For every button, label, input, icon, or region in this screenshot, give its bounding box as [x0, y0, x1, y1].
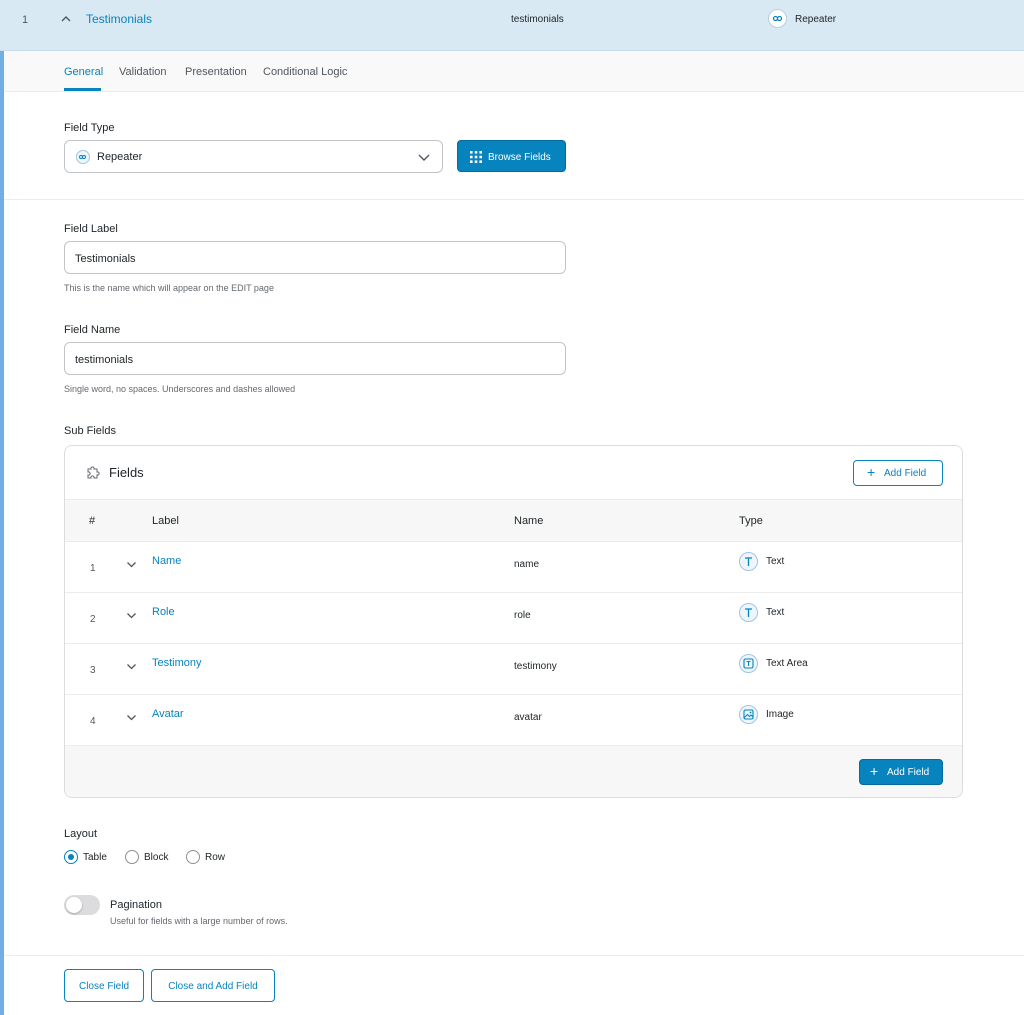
layout-radio-block[interactable] — [125, 850, 139, 864]
layout-option-row: Row — [205, 852, 226, 863]
add-field-label-bottom: Add Field — [887, 767, 930, 778]
sub-field-order: 3 — [90, 665, 96, 676]
close-and-add-field-button[interactable]: Close and Add Field — [151, 969, 275, 1002]
layout-radio-table[interactable] — [64, 850, 78, 864]
sub-fields-header: Fields + Add Field — [65, 446, 962, 500]
chevron-down-icon[interactable] — [126, 610, 137, 621]
sub-field-order: 4 — [90, 716, 96, 727]
sub-field-type: Text — [766, 607, 785, 618]
field-label-value: Testimonials — [75, 253, 136, 265]
layout-option-block: Block — [144, 852, 169, 863]
sub-field-name: name — [514, 559, 540, 570]
text-icon — [739, 603, 758, 622]
section-divider — [4, 199, 1024, 200]
sub-field-row[interactable]: 3 Testimony testimony Text Area — [65, 644, 962, 695]
layout-label: Layout — [64, 828, 98, 840]
text-icon — [739, 552, 758, 571]
tab-general[interactable]: General — [64, 66, 103, 78]
pagination-toggle[interactable] — [64, 895, 100, 915]
chevron-down-icon[interactable] — [126, 661, 137, 672]
pagination-hint: Useful for fields with a large number of… — [110, 916, 288, 926]
sub-field-type: Text — [766, 556, 785, 567]
active-tab-indicator — [64, 88, 101, 91]
field-left-accent — [0, 51, 4, 1015]
chevron-down-icon — [418, 154, 430, 161]
field-label-input[interactable]: Testimonials — [64, 241, 566, 274]
sub-fields-title: Fields — [109, 465, 144, 480]
close-field-button[interactable]: Close Field — [64, 969, 144, 1002]
sub-field-name: avatar — [514, 712, 542, 723]
browse-fields-button[interactable]: Browse Fields — [457, 140, 566, 172]
field-order: 1 — [22, 14, 29, 26]
sub-field-row[interactable]: 1 Name name Text — [65, 542, 962, 593]
sub-fields-column-headers: # Label Name Type — [65, 500, 962, 542]
sub-field-name: role — [514, 610, 531, 621]
browse-fields-label: Browse Fields — [488, 152, 551, 163]
repeater-icon — [768, 9, 787, 28]
plus-icon: + — [867, 464, 876, 480]
add-field-label-top: Add Field — [884, 468, 927, 479]
sub-field-row[interactable]: 4 Avatar avatar Image — [65, 695, 962, 746]
sub-fields-label: Sub Fields — [64, 425, 116, 437]
column-order: # — [89, 515, 96, 527]
field-type-select[interactable]: Repeater — [64, 140, 443, 173]
layout-option-table: Table — [83, 852, 107, 863]
sub-field-label[interactable]: Name — [152, 555, 181, 567]
sub-field-type: Image — [766, 709, 794, 720]
field-type-value: Repeater — [97, 151, 143, 163]
tab-conditional-logic[interactable]: Conditional Logic — [263, 66, 347, 78]
field-settings-tabs: General Validation Presentation Conditio… — [4, 51, 1024, 92]
column-type: Type — [739, 515, 763, 527]
sub-field-label[interactable]: Avatar — [152, 708, 184, 720]
grid-icon — [470, 151, 482, 163]
repeater-icon — [76, 150, 90, 164]
pagination-label: Pagination — [110, 899, 162, 911]
add-field-button-bottom[interactable]: + Add Field — [859, 759, 943, 785]
sub-fields-panel: Fields + Add Field # Label Name Type 1 N… — [64, 445, 963, 798]
field-header-type: Repeater — [795, 14, 837, 25]
sub-field-type: Text Area — [766, 658, 808, 669]
field-name-label: Field Name — [64, 324, 121, 336]
sub-field-order: 2 — [90, 614, 96, 625]
column-name: Name — [514, 515, 544, 527]
field-name-input[interactable]: testimonials — [64, 342, 566, 375]
sub-fields-footer: + Add Field — [65, 746, 962, 797]
tab-validation[interactable]: Validation — [119, 66, 167, 78]
sub-field-label[interactable]: Role — [152, 606, 175, 618]
add-field-button-top[interactable]: + Add Field — [853, 460, 943, 486]
field-name-hint: Single word, no spaces. Underscores and … — [64, 384, 296, 394]
chevron-down-icon[interactable] — [126, 712, 137, 723]
image-icon — [739, 705, 758, 724]
field-name-value: testimonials — [75, 354, 134, 366]
chevron-down-icon[interactable] — [126, 559, 137, 570]
field-label-label: Field Label — [64, 223, 118, 235]
sub-field-name: testimony — [514, 661, 557, 672]
close-field-label: Close Field — [78, 981, 130, 992]
column-label: Label — [152, 515, 179, 527]
tab-presentation[interactable]: Presentation — [185, 66, 247, 78]
field-header-label[interactable]: Testimonials — [86, 12, 152, 26]
field-label-hint: This is the name which will appear on th… — [64, 283, 274, 293]
close-and-add-field-label: Close and Add Field — [168, 981, 258, 992]
puzzle-icon — [87, 466, 100, 479]
field-header-row[interactable]: 1 Testimonials testimonials Repeater — [0, 0, 1024, 51]
chevron-up-icon[interactable] — [59, 12, 73, 26]
section-divider — [4, 955, 1024, 956]
textarea-icon — [739, 654, 758, 673]
sub-field-order: 1 — [90, 563, 96, 574]
field-type-label: Field Type — [64, 122, 115, 134]
sub-field-row[interactable]: 2 Role role Text — [65, 593, 962, 644]
sub-field-label[interactable]: Testimony — [152, 657, 202, 669]
layout-radio-row[interactable] — [186, 850, 200, 864]
field-header-name: testimonials — [511, 14, 564, 25]
plus-icon: + — [870, 763, 879, 779]
